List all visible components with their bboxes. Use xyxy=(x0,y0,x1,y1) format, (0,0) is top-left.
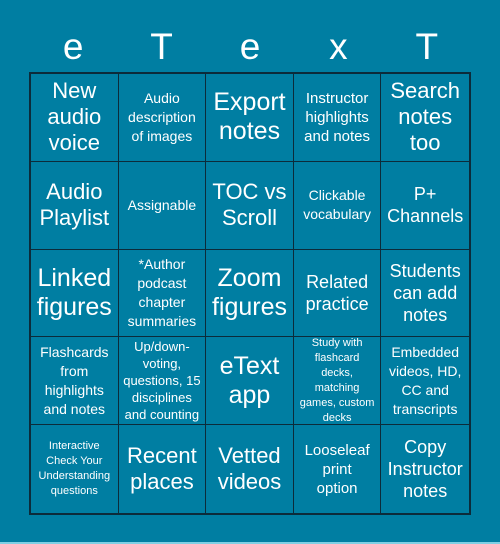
cell-label: Embedded videos, HD, CC and transcripts xyxy=(389,343,462,417)
cell-label: Zoom figures xyxy=(211,263,288,321)
header-letter-e: e xyxy=(62,26,84,67)
bingo-cell[interactable]: Recent places xyxy=(119,425,207,513)
bingo-cell[interactable]: P+ Channels xyxy=(381,162,469,250)
cell-label: Vetted videos xyxy=(217,443,282,495)
bingo-cell[interactable]: Students can add notes xyxy=(381,250,469,338)
bingo-cell[interactable]: Audio description of images xyxy=(118,74,207,162)
bingo-cell[interactable]: Export notes xyxy=(206,74,294,162)
cell-label: New audio voice xyxy=(47,78,102,156)
cell-label: Interactive Check Your Understanding questi… xyxy=(38,440,111,498)
bingo-cell[interactable]: Audio Playlist xyxy=(31,161,119,250)
cell-label: Study with flashcard decks, matching games, … xyxy=(299,337,375,424)
bingo-cell[interactable]: Looseleaf print option xyxy=(294,425,382,513)
cell-label: Assignable xyxy=(127,196,197,213)
cell-label: P+ Channels xyxy=(387,184,464,227)
bingo-cell[interactable]: Search notes too xyxy=(381,74,469,162)
cell-label: Audio Playlist xyxy=(39,179,110,231)
cell-label: Audio description of images xyxy=(128,89,196,144)
cell-label: Search notes too xyxy=(390,78,461,156)
cell-label: Up/down-voting, questions, 15 disciplines a… xyxy=(123,339,201,423)
cell-label: Linked figures xyxy=(36,263,112,321)
cell-label: eText app xyxy=(219,351,280,409)
bingo-cell[interactable]: Instructor highlights and notes xyxy=(293,74,382,162)
bingo-board: New audio voice Audio description of images … xyxy=(29,72,471,515)
bingo-cell[interactable]: *Author podcast chapter summaries xyxy=(118,249,207,338)
bingo-cell[interactable]: Linked figures xyxy=(31,249,119,338)
bingo-header: e T e x T xyxy=(29,22,471,72)
cell-label: *Author podcast chapter summaries xyxy=(127,255,197,329)
bingo-cell[interactable]: TOC vs Scroll xyxy=(206,161,294,250)
bingo-cell[interactable]: Zoom figures xyxy=(206,249,294,338)
cell-label: Flashcards from highlights and notes xyxy=(40,343,109,417)
bingo-cell[interactable]: Study with flashcard decks, matching games, … xyxy=(293,337,382,426)
cell-label: Related practice xyxy=(305,271,369,314)
cell-label: Instructor highlights and notes xyxy=(304,89,371,145)
bingo-cell[interactable]: Up/down-voting, questions, 15 disciplines a… xyxy=(118,337,207,426)
header-letter-t: T xyxy=(150,26,173,67)
bingo-cell[interactable]: Vetted videos xyxy=(206,425,294,513)
header-letter-e: e xyxy=(239,26,261,67)
header-letter-x: x xyxy=(329,26,348,67)
bingo-cell[interactable]: Related practice xyxy=(293,249,382,338)
bingo-cell[interactable]: Clickable vocabulary xyxy=(293,161,382,250)
bingo-cell[interactable]: Assignable xyxy=(118,161,207,250)
cell-label: Clickable vocabulary xyxy=(303,187,371,223)
bingo-cell[interactable]: Embedded videos, HD, CC and transcripts xyxy=(381,337,469,426)
cell-label: Looseleaf print option xyxy=(304,441,370,497)
cell-label: TOC vs Scroll xyxy=(212,179,287,231)
header-letter-t: T xyxy=(415,26,439,67)
bingo-cell[interactable]: eText app xyxy=(206,337,294,426)
bingo-cell[interactable]: Interactive Check Your Understanding questi… xyxy=(31,425,119,513)
bingo-cell[interactable]: Flashcards from highlights and notes xyxy=(31,337,119,426)
cell-label: Export notes xyxy=(213,88,286,146)
cell-label: Copy Instructor notes xyxy=(387,437,463,502)
cell-label: Students can add notes xyxy=(389,260,461,325)
cell-label: Recent places xyxy=(127,443,197,495)
bingo-cell[interactable]: Copy Instructor notes xyxy=(381,425,469,513)
bingo-cell[interactable]: New audio voice xyxy=(31,74,119,162)
